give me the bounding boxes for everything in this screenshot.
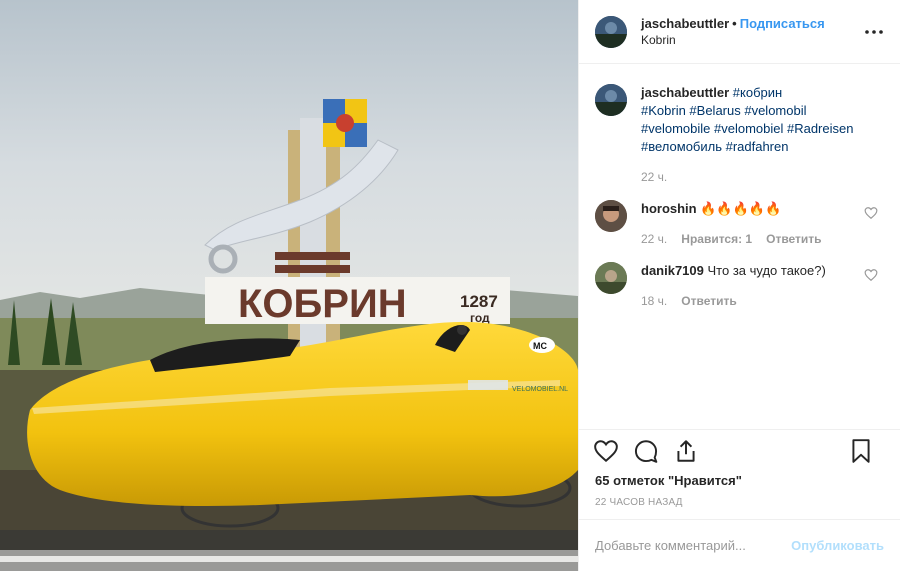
comment-input[interactable]: Добавьте комментарий... — [595, 538, 746, 553]
comment-username[interactable]: horoshin — [641, 201, 697, 216]
header-top: jaschabeuttler • Подписаться — [641, 15, 825, 32]
header-username[interactable]: jaschabeuttler — [641, 16, 729, 31]
reply-button[interactable]: Ответить — [681, 292, 736, 310]
more-options-icon[interactable] — [862, 20, 886, 44]
share-icon[interactable] — [673, 438, 699, 464]
likes-count[interactable]: 65 отметок "Нравится" — [579, 471, 900, 491]
comment-avatar[interactable] — [595, 262, 627, 294]
comment-body: danik7109 Что за чудо такое?) 18 ч. Отве… — [641, 262, 861, 310]
more-horizontal-icon — [865, 30, 883, 34]
heart-icon[interactable] — [864, 268, 878, 282]
caption-text: jaschabeuttler #кобрин #Kobrin #Belarus … — [641, 84, 861, 156]
bookmark-icon[interactable] — [848, 438, 874, 464]
avatar-image — [595, 200, 627, 232]
photo-image: КОБРИН 1287 год VELOMOBIEL.NL MC — [0, 0, 578, 571]
post-timestamp[interactable]: 22 ЧАСОВ НАЗАД — [579, 491, 900, 519]
caption-tags-1[interactable]: #кобрин — [733, 85, 782, 100]
caption-username[interactable]: jaschabeuttler — [641, 85, 729, 100]
comment-icon[interactable] — [633, 438, 659, 464]
caption-tags-2[interactable]: #Kobrin #Belarus #velomobil — [641, 103, 806, 118]
avatar[interactable] — [595, 15, 627, 48]
add-comment-bar: Добавьте комментарий... Опубликовать — [579, 519, 900, 571]
header-separator: • — [732, 15, 737, 31]
caption-meta: 22 ч. — [641, 168, 861, 186]
caption: jaschabeuttler #кобрин #Kobrin #Belarus … — [595, 84, 884, 186]
caption-tags-3[interactable]: #velomobile #velomobiel #Radreisen — [641, 121, 853, 136]
caption-tags-4[interactable]: #веломобиль #radfahren — [641, 139, 788, 154]
comment-username[interactable]: danik7109 — [641, 263, 704, 278]
avatar-image — [595, 15, 627, 48]
sign-year: 1287 — [460, 292, 498, 311]
comment-meta: 22 ч. Нравится: 1 Ответить — [641, 230, 861, 248]
avatar-image — [595, 84, 627, 116]
comment-item: danik7109 Что за чудо такое?) 18 ч. Отве… — [595, 262, 884, 310]
post-photo[interactable]: КОБРИН 1287 год VELOMOBIEL.NL MC — [0, 0, 578, 571]
comment-meta: 18 ч. Ответить — [641, 292, 861, 310]
post-header: jaschabeuttler • Подписаться Kobrin — [579, 0, 900, 64]
comment-item: horoshin 🔥🔥🔥🔥🔥 22 ч. Нравится: 1 Ответит… — [595, 200, 884, 248]
comment-body: horoshin 🔥🔥🔥🔥🔥 22 ч. Нравится: 1 Ответит… — [641, 200, 861, 248]
avatar-image — [595, 262, 627, 294]
caption-body: jaschabeuttler #кобрин #Kobrin #Belarus … — [641, 84, 861, 186]
comment-likes[interactable]: Нравится: 1 — [681, 230, 752, 248]
comment-text: Что за чудо такое?) — [707, 263, 826, 278]
comment-time[interactable]: 22 ч. — [641, 230, 667, 248]
velomobile-badge: MC — [533, 341, 547, 351]
heart-icon[interactable] — [864, 206, 878, 220]
instagram-post: КОБРИН 1287 год VELOMOBIEL.NL MC jaschab… — [0, 0, 900, 571]
like-icon[interactable] — [593, 438, 619, 464]
comment-time[interactable]: 18 ч. — [641, 292, 667, 310]
reply-button[interactable]: Ответить — [766, 230, 821, 248]
caption-time[interactable]: 22 ч. — [641, 168, 667, 186]
velomobile-sticker: VELOMOBIEL.NL — [512, 386, 568, 393]
action-bar — [579, 429, 900, 471]
sign-text: КОБРИН — [238, 282, 407, 326]
publish-button[interactable]: Опубликовать — [791, 538, 884, 553]
post-sidebar: jaschabeuttler • Подписаться Kobrin jasc… — [578, 0, 900, 571]
follow-button[interactable]: Подписаться — [740, 16, 825, 31]
comment-text: 🔥🔥🔥🔥🔥 — [700, 201, 782, 216]
header-text: jaschabeuttler • Подписаться Kobrin — [641, 15, 825, 49]
caption-avatar[interactable] — [595, 84, 627, 116]
comment-avatar[interactable] — [595, 200, 627, 232]
location-link[interactable]: Kobrin — [641, 32, 825, 49]
comments-section: jaschabeuttler #кобрин #Kobrin #Belarus … — [579, 64, 900, 429]
